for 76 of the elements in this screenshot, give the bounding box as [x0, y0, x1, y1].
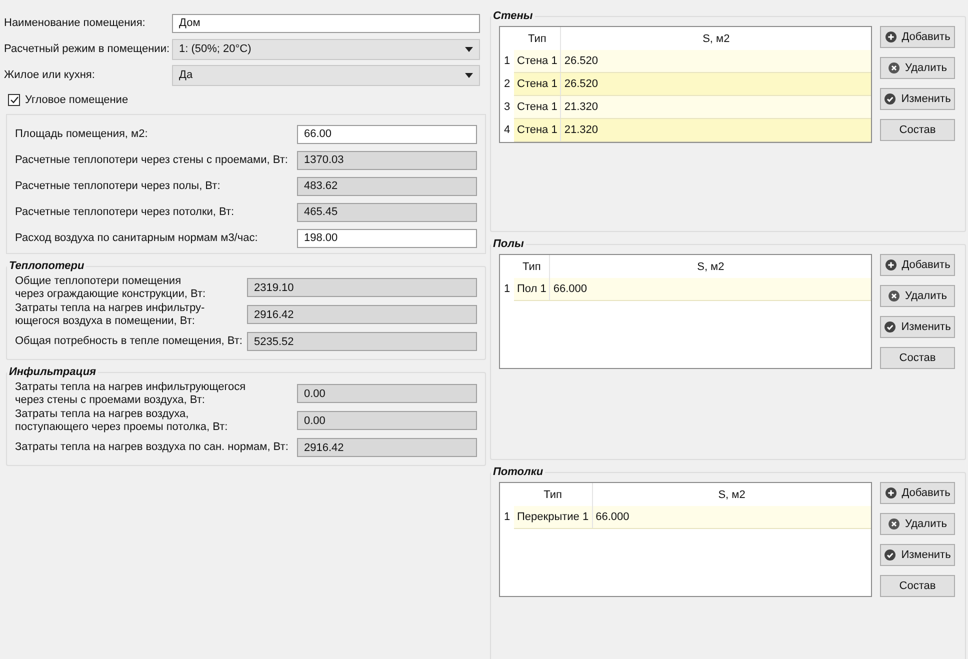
column-header: S, м2	[592, 483, 871, 506]
dropdown-arrow-icon	[465, 72, 473, 78]
close-icon	[888, 290, 900, 302]
table-cell: 21.320	[560, 96, 871, 118]
column-header: Тип	[514, 27, 561, 50]
dropdown[interactable]: 1: (50%; 20°C)	[172, 38, 480, 60]
composition-button[interactable]: Состав	[880, 119, 955, 141]
table-cell: 66.000	[592, 506, 871, 528]
checkbox-label: Угловое помещение	[25, 94, 128, 106]
close-icon	[888, 62, 900, 74]
table-cell: Пол 1	[514, 278, 550, 300]
check-icon	[884, 549, 896, 561]
edit-button[interactable]: Изменить	[880, 316, 955, 338]
plus-icon	[884, 259, 897, 271]
readonly-field[interactable]: 2916.42	[297, 438, 477, 457]
input-field[interactable]: 198.00	[297, 228, 477, 248]
field-label: Расчетный режим в помещении:	[4, 42, 171, 56]
readonly-field[interactable]: 0.00	[297, 384, 477, 403]
field-label: Затраты тепла на нагрев инфильтру- ющегося воздуха в помещении, Вт:	[15, 302, 206, 328]
check-icon	[884, 93, 896, 105]
add-button[interactable]: Добавить	[880, 482, 955, 504]
column-header: S, м2	[550, 255, 871, 278]
field-label: Затраты тепла на нагрев воздуха по сан. нормам, Вт:	[15, 441, 290, 454]
add-button[interactable]: Добавить	[880, 254, 955, 276]
table-cell: 66.000	[550, 278, 871, 300]
field-label: Расход воздуха по санитарным нормам м3/час:	[15, 232, 259, 244]
readonly-field[interactable]: 2319.10	[247, 278, 477, 297]
field-label: Общая потребность в тепле помещения, Вт:	[15, 335, 244, 348]
field-label: Расчетные теплопотери через стены с проемами, Вт:	[15, 154, 289, 166]
readonly-field[interactable]: 5235.52	[247, 332, 477, 351]
group-title: Полы	[492, 238, 525, 250]
readonly-field[interactable]: 465.45	[297, 202, 477, 222]
composition-button[interactable]: Состав	[880, 347, 955, 369]
table-cell: Перекрытие 1	[514, 506, 592, 528]
table-cell: 26.520	[560, 50, 871, 72]
composition-button[interactable]: Состав	[880, 575, 955, 597]
table-cell: Стена 1	[514, 118, 561, 142]
field-label: Расчетные теплопотери через полы, Вт:	[15, 180, 222, 192]
plus-icon	[884, 487, 897, 499]
check-icon	[884, 321, 896, 333]
column-header: S, м2	[560, 27, 871, 50]
field-label: Жилое или кухня:	[4, 68, 96, 82]
group-title: Стены	[492, 10, 534, 22]
edit-button[interactable]: Изменить	[880, 88, 955, 110]
delete-button[interactable]: Удалить	[880, 513, 955, 535]
field-label: Расчетные теплопотери через потолки, Вт:	[15, 206, 236, 218]
table-cell: 26.520	[560, 72, 871, 96]
field-label: Затраты тепла на нагрев инфильтрующегося через стены с проемами воздуха, Вт:	[15, 380, 247, 406]
group-title: Теплопотери	[8, 260, 86, 272]
checkbox[interactable]	[8, 94, 20, 106]
dropdown[interactable]: Да	[172, 64, 480, 86]
readonly-field[interactable]: 1370.03	[297, 150, 477, 170]
readonly-field[interactable]: 0.00	[297, 411, 477, 430]
field-label: Наименование помещения:	[4, 16, 146, 30]
table-cell: Стена 1	[514, 72, 561, 96]
field-label: Общие теплопотери помещения через ограждающие конструкции, Вт:	[15, 274, 207, 300]
plus-icon	[884, 31, 897, 43]
readonly-field[interactable]: 2916.42	[247, 305, 477, 324]
table-cell: Стена 1	[514, 96, 561, 118]
dropdown-arrow-icon	[465, 46, 473, 52]
column-header: Тип	[514, 483, 592, 506]
field-label: Затраты тепла на нагрев воздуха, поступающего через проемы потолка, Вт:	[15, 408, 229, 434]
column-header: Тип	[514, 255, 550, 278]
edit-button[interactable]: Изменить	[880, 544, 955, 566]
delete-button[interactable]: Удалить	[880, 57, 955, 79]
delete-button[interactable]: Удалить	[880, 285, 955, 307]
group-title: Потолки	[492, 466, 544, 478]
table-cell: Стена 1	[514, 50, 561, 72]
group-title: Инфильтрация	[8, 366, 98, 378]
input-field[interactable]: Дом	[172, 14, 480, 32]
field-label: Площадь помещения, м2:	[15, 128, 149, 140]
close-icon	[888, 518, 900, 530]
add-button[interactable]: Добавить	[880, 26, 955, 48]
table-cell: 21.320	[560, 118, 871, 142]
readonly-field[interactable]: 483.62	[297, 176, 477, 196]
input-field[interactable]: 66.00	[297, 124, 477, 144]
